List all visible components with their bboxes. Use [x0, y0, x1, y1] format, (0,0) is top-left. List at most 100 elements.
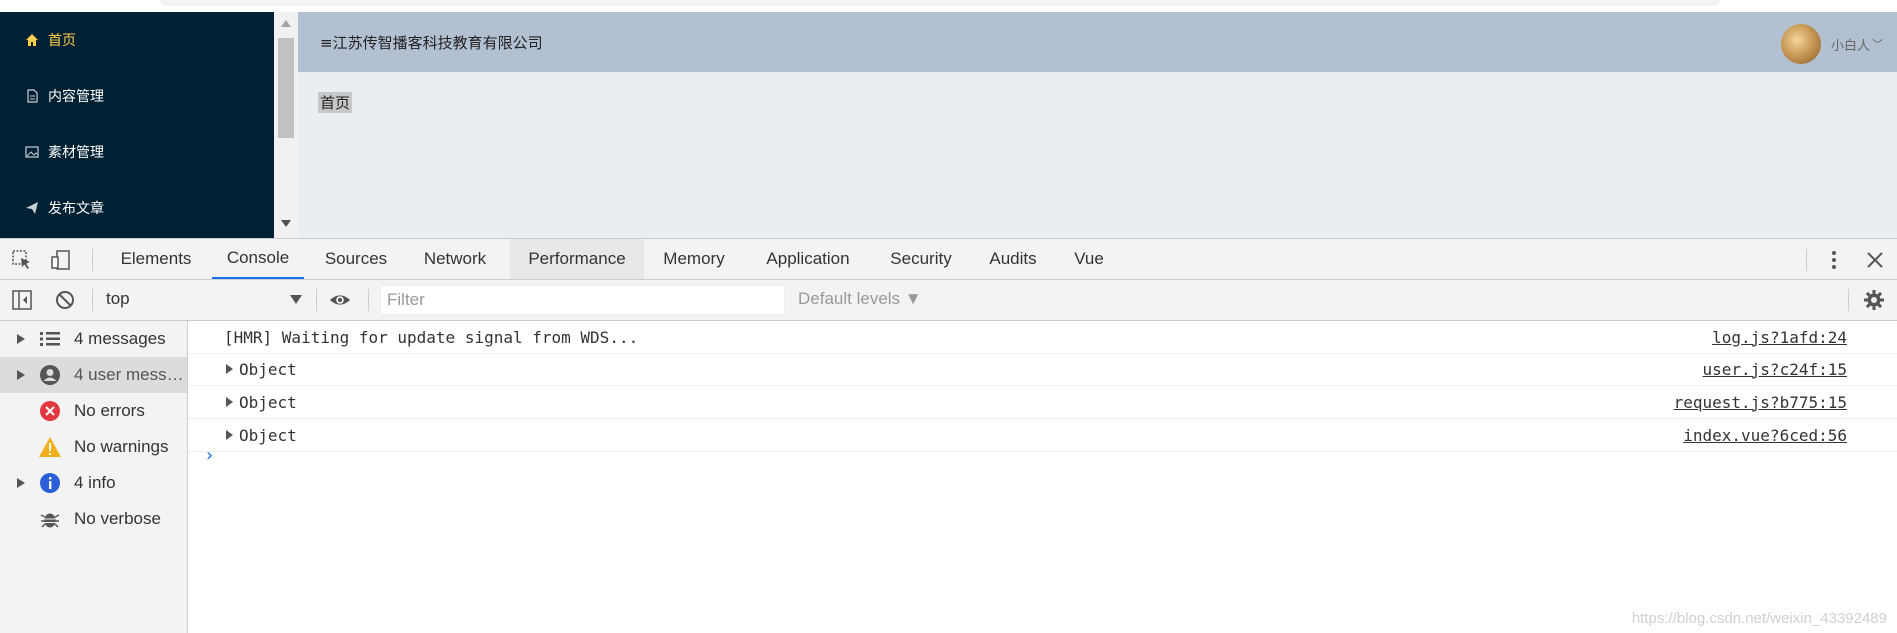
app-sidebar: 首页 内容管理 素材管理 发布文章	[0, 12, 274, 238]
scroll-down-icon[interactable]	[281, 220, 291, 227]
device-toolbar-icon[interactable]	[50, 249, 72, 271]
devtools-panel: Elements Console Sources Network Perform…	[0, 238, 1897, 633]
error-icon	[38, 400, 62, 422]
console-toolbar: top Filter Default levels ▼	[0, 280, 1897, 321]
sidebar-item-label: 4 info	[74, 473, 116, 492]
chevron-down-icon[interactable]: ﹀	[1872, 36, 1883, 52]
watermark: https://blog.csdn.net/weixin_43392489	[1631, 610, 1887, 627]
separator	[1806, 249, 1807, 271]
sidebar-item-label: 4 messages	[74, 329, 166, 348]
sidebar-item-messages[interactable]: 4 messages	[0, 321, 187, 357]
log-row[interactable]: Object index.vue?6ced:56	[188, 419, 1897, 452]
console-prompt[interactable]: ›	[204, 445, 215, 466]
app-viewport: 首页 内容管理 素材管理 发布文章 ≡江苏传智播客科技教育有限公司 小白人 ﹀ …	[0, 12, 1897, 238]
menu-label: 发布文章	[48, 201, 104, 217]
log-row[interactable]: Object request.js?b775:15	[188, 386, 1897, 419]
clear-console-icon[interactable]	[54, 289, 76, 311]
filter-input[interactable]: Filter	[380, 285, 785, 315]
settings-gear-icon[interactable]	[1863, 289, 1885, 311]
tab-network[interactable]: Network	[408, 239, 502, 279]
tab-console[interactable]: Console	[212, 239, 304, 279]
console-sidebar: 4 messages 4 user mess… No errors No war…	[0, 321, 188, 633]
menu-item-publish[interactable]: 发布文章	[0, 180, 274, 236]
sidebar-scrollbar[interactable]	[274, 12, 298, 238]
separator	[92, 249, 93, 271]
sidebar-item-label: No errors	[74, 401, 145, 420]
filter-placeholder: Filter	[387, 290, 425, 309]
expand-object-icon[interactable]	[226, 364, 233, 374]
menu-item-home[interactable]: 首页	[0, 12, 274, 68]
separator	[368, 289, 369, 311]
menu-item-media[interactable]: 素材管理	[0, 124, 274, 180]
scroll-up-icon[interactable]	[281, 20, 291, 27]
browser-top-strip	[0, 0, 1897, 12]
more-options-icon[interactable]	[1823, 249, 1845, 271]
log-source-link[interactable]: log.js?1afd:24	[1712, 328, 1847, 347]
company-title[interactable]: ≡江苏传智播客科技教育有限公司	[320, 32, 543, 53]
main-content-text: 首页	[318, 92, 353, 113]
sidebar-item-label: No warnings	[74, 437, 169, 456]
tab-sources[interactable]: Sources	[312, 239, 400, 279]
live-expression-eye-icon[interactable]	[329, 289, 351, 311]
context-value: top	[106, 289, 130, 308]
inspect-element-icon[interactable]	[11, 249, 33, 271]
sidebar-item-warnings[interactable]: No warnings	[0, 429, 187, 465]
home-icon	[24, 32, 40, 48]
warning-icon	[38, 436, 62, 458]
log-row[interactable]: Object user.js?c24f:15	[188, 353, 1897, 386]
log-source-link[interactable]: index.vue?6ced:56	[1683, 426, 1847, 445]
sidebar-toggle-icon[interactable]	[11, 289, 33, 311]
console-log-area: [HMR] Waiting for update signal from WDS…	[188, 321, 1897, 633]
tab-performance[interactable]: Performance	[510, 239, 644, 279]
sidebar-item-verbose[interactable]: No verbose	[0, 501, 187, 537]
menu-label: 内容管理	[48, 89, 104, 105]
list-icon	[38, 328, 62, 350]
devtools-tabbar: Elements Console Sources Network Perform…	[0, 239, 1897, 280]
log-object[interactable]: Object	[239, 393, 297, 412]
sidebar-item-label: No verbose	[74, 509, 161, 528]
menu-label: 素材管理	[48, 145, 104, 161]
menu-item-content[interactable]: 内容管理	[0, 68, 274, 124]
info-icon	[38, 472, 62, 494]
menu-label: 首页	[48, 33, 76, 49]
user-icon	[38, 364, 62, 386]
separator	[316, 289, 317, 311]
scroll-thumb[interactable]	[278, 38, 294, 138]
context-select[interactable]: top	[106, 289, 302, 311]
sidebar-item-user-messages[interactable]: 4 user mess…	[0, 357, 187, 393]
bug-icon	[38, 508, 62, 530]
expand-object-icon[interactable]	[226, 430, 233, 440]
avatar[interactable]	[1780, 24, 1821, 64]
log-source-link[interactable]: request.js?b775:15	[1674, 393, 1847, 412]
image-icon	[24, 144, 40, 160]
app-header: ≡江苏传智播客科技教育有限公司 小白人 ﹀	[298, 12, 1897, 72]
dropdown-arrow-icon	[290, 295, 302, 304]
expand-arrow-icon[interactable]	[14, 370, 28, 380]
close-icon[interactable]	[1864, 249, 1886, 271]
expand-object-icon[interactable]	[226, 397, 233, 407]
separator	[1848, 289, 1849, 311]
sidebar-item-label: 4 user mess…	[74, 365, 184, 384]
browser-bar	[160, 0, 1720, 6]
sidebar-item-info[interactable]: 4 info	[0, 465, 187, 501]
expand-arrow-icon[interactable]	[14, 478, 28, 488]
tab-audits[interactable]: Audits	[978, 239, 1048, 279]
user-name[interactable]: 小白人	[1831, 35, 1870, 54]
user-menu[interactable]: 小白人 ﹀	[1780, 24, 1883, 64]
log-message: [HMR] Waiting for update signal from WDS…	[224, 327, 639, 347]
tab-elements[interactable]: Elements	[108, 239, 204, 279]
separator	[92, 289, 93, 311]
tab-security[interactable]: Security	[880, 239, 962, 279]
document-icon	[24, 88, 40, 104]
tab-vue[interactable]: Vue	[1064, 239, 1114, 279]
tab-memory[interactable]: Memory	[652, 239, 736, 279]
sidebar-item-errors[interactable]: No errors	[0, 393, 187, 429]
log-object[interactable]: Object	[239, 426, 297, 445]
log-levels-dropdown[interactable]: Default levels ▼	[798, 289, 922, 309]
log-row: [HMR] Waiting for update signal from WDS…	[188, 321, 1897, 354]
tab-application[interactable]: Application	[752, 239, 864, 279]
expand-arrow-icon[interactable]	[14, 334, 28, 344]
log-object[interactable]: Object	[239, 360, 297, 379]
log-source-link[interactable]: user.js?c24f:15	[1703, 360, 1848, 379]
send-icon	[24, 200, 40, 216]
